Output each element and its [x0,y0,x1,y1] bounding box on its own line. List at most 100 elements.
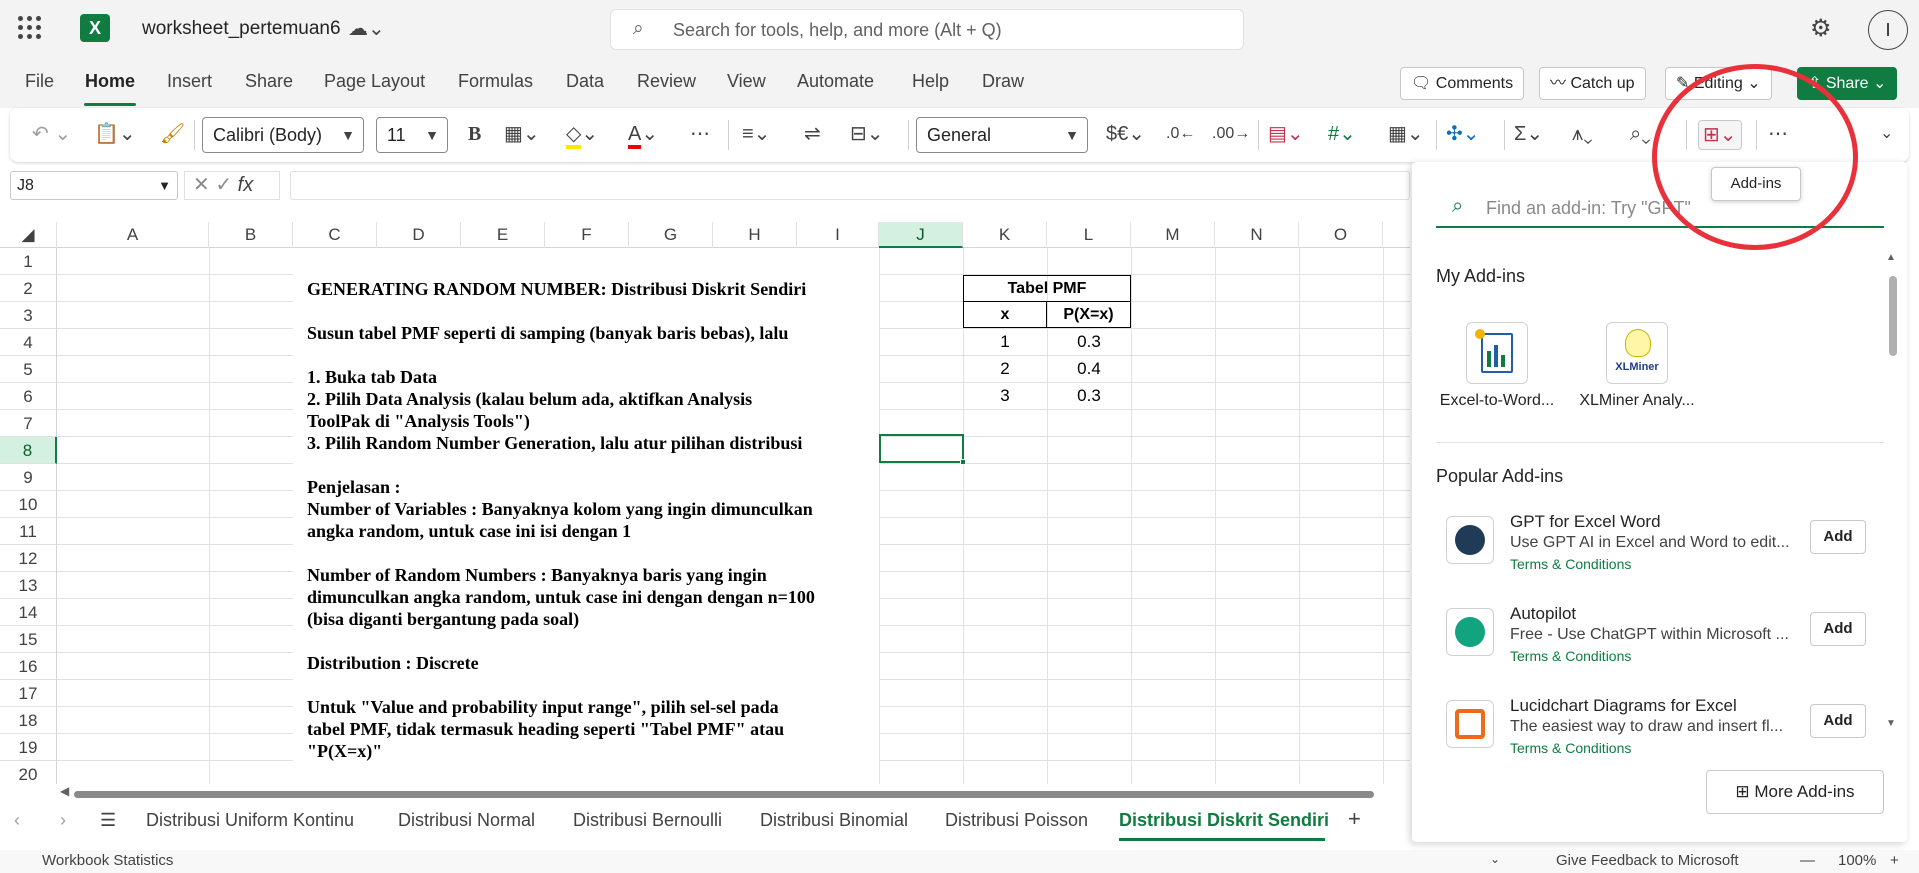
row-header[interactable]: 5 [0,356,57,383]
row-header[interactable]: 16 [0,653,57,680]
sheet-tab-active[interactable]: Distribusi Diskrit Sendiri [1119,810,1329,831]
tab-data[interactable]: Data [566,71,604,92]
cell-styles-icon[interactable]: ▦⌄ [1388,120,1424,148]
terms-link[interactable]: Terms & Conditions [1510,648,1631,664]
add-in-search-input[interactable]: Find an add-in: Try "GPT" [1486,198,1691,219]
column-header[interactable]: H [713,222,797,248]
pmf-cell[interactable]: 2 [963,355,1047,382]
horizontal-scrollbar[interactable]: ◀ [60,784,1410,800]
font-color-icon[interactable]: A⌄ [628,120,658,149]
add-button[interactable]: Add [1810,704,1866,738]
column-header-selected[interactable]: J [879,222,963,248]
tab-file[interactable]: File [25,71,54,92]
popular-add-in-item[interactable]: GPT for Excel Word Use GPT AI in Excel a… [1436,512,1876,590]
search-input[interactable]: Search for tools, help, and more (Alt + … [673,20,1002,41]
row-header[interactable]: 18 [0,707,57,734]
row-header[interactable]: 13 [0,572,57,599]
more-add-ins-button[interactable]: ⊞ More Add-ins [1706,770,1884,814]
decrease-decimal-icon[interactable]: .0← [1166,120,1195,148]
catch-up-button[interactable]: 〰 Catch up [1539,67,1646,100]
align-icon[interactable]: ≡⌄ [742,120,770,148]
column-header[interactable]: A [57,222,209,248]
pmf-cell[interactable]: 1 [963,328,1047,355]
row-header[interactable]: 7 [0,410,57,437]
row-header[interactable]: 3 [0,302,57,329]
sheet-tab[interactable]: Distribusi Binomial [760,810,908,831]
search-box[interactable]: ⌕ Search for tools, help, and more (Alt … [610,9,1244,50]
increase-decimal-icon[interactable]: .00→ [1212,120,1250,148]
scroll-left-icon[interactable]: ◀ [60,784,69,798]
avatar[interactable]: I [1868,10,1908,50]
popular-add-in-item[interactable]: Autopilot Free - Use ChatGPT within Micr… [1436,604,1876,682]
row-header[interactable]: 2 [0,275,57,302]
conditional-format-icon[interactable]: ▤⌄ [1268,120,1304,148]
row-header[interactable]: 20 [0,761,57,784]
add-sheet-icon[interactable]: + [1348,806,1361,832]
sort-filter-icon[interactable]: ⩚⌄ [1572,120,1593,148]
scrollbar-thumb[interactable] [1889,276,1897,356]
tab-insert[interactable]: Insert [167,71,212,92]
popular-add-in-item[interactable]: Lucidchart Diagrams for Excel The easies… [1436,696,1876,756]
name-box[interactable]: J8 ▼ [10,171,178,200]
tab-page-layout[interactable]: Page Layout [324,71,425,92]
tab-home[interactable]: Home [85,71,135,92]
currency-format-button[interactable]: $€⌄ [1106,120,1145,148]
app-launcher-icon[interactable] [18,16,42,40]
font-size-select[interactable]: 11 ▼ [376,117,448,153]
column-header[interactable]: F [545,222,629,248]
row-header[interactable]: 19 [0,734,57,761]
row-header[interactable]: 17 [0,680,57,707]
row-header[interactable]: 9 [0,464,57,491]
workbook-statistics[interactable]: Workbook Statistics [42,852,173,869]
terms-link[interactable]: Terms & Conditions [1510,740,1631,756]
column-header[interactable]: G [629,222,713,248]
borders-icon[interactable]: ▦⌄ [504,120,540,148]
tab-help[interactable]: Help [912,71,949,92]
sheet-tab[interactable]: Distribusi Bernoulli [573,810,722,831]
sheet-tab[interactable]: Distribusi Poisson [945,810,1088,831]
clipboard-icon[interactable]: 📋⌄ [94,120,136,148]
zoom-in-icon[interactable]: + [1890,852,1899,869]
pmf-header-x[interactable]: x [963,301,1047,328]
my-add-in-xlminer[interactable]: XLMiner XLMiner Analy... [1562,322,1712,410]
zoom-out-icon[interactable]: — [1800,852,1815,869]
chevron-down-icon[interactable]: ⌄ [1490,852,1500,866]
sheet-list-icon[interactable]: ☰ [100,810,116,831]
row-header[interactable]: 11 [0,518,57,545]
select-all-corner[interactable]: ◢ [0,222,57,248]
column-header[interactable]: K [963,222,1047,248]
instruction-text-box[interactable]: GENERATING RANDOM NUMBER: Distribusi Dis… [293,248,879,784]
function-icon[interactable]: fx [238,174,254,196]
row-header[interactable]: 6 [0,383,57,410]
column-header[interactable]: O [1299,222,1383,248]
tab-draw[interactable]: Draw [982,71,1024,92]
pmf-cell[interactable]: 0.4 [1047,355,1131,382]
pmf-cell[interactable]: 0.3 [1047,328,1131,355]
row-header-selected[interactable]: 8 [0,437,57,464]
pmf-table-title[interactable]: Tabel PMF [963,275,1131,302]
autosum-icon[interactable]: Σ⌄ [1514,120,1543,148]
fill-handle[interactable] [960,459,966,465]
document-title[interactable]: worksheet_pertemuan6 [142,18,341,40]
row-header[interactable]: 1 [0,248,57,275]
tab-view[interactable]: View [727,71,766,92]
comments-button[interactable]: 🗨 Comments [1400,67,1525,100]
add-button[interactable]: Add [1810,520,1866,554]
pmf-header-prob[interactable]: P(X=x) [1046,301,1131,328]
font-family-select[interactable]: Calibri (Body) ▼ [202,117,364,153]
column-header[interactable]: L [1047,222,1131,248]
tab-share[interactable]: Share [245,71,293,92]
sheet-tab[interactable]: Distribusi Normal [398,810,535,831]
tab-formulas[interactable]: Formulas [458,71,533,92]
wrap-text-icon[interactable]: ⇌ [804,120,821,148]
row-header[interactable]: 10 [0,491,57,518]
next-sheet-icon[interactable]: › [60,810,66,831]
row-header[interactable]: 14 [0,599,57,626]
scrollbar-thumb[interactable] [74,791,1374,798]
zoom-level[interactable]: 100% [1838,852,1876,869]
fill-color-icon[interactable]: ◇⌄ [566,120,598,149]
find-icon[interactable]: ⌕⌄ [1630,120,1651,148]
panel-scrollbar[interactable]: ▲ ▼ [1884,252,1898,732]
terms-link[interactable]: Terms & Conditions [1510,556,1631,572]
number-format-select[interactable]: General ▼ [916,117,1088,153]
